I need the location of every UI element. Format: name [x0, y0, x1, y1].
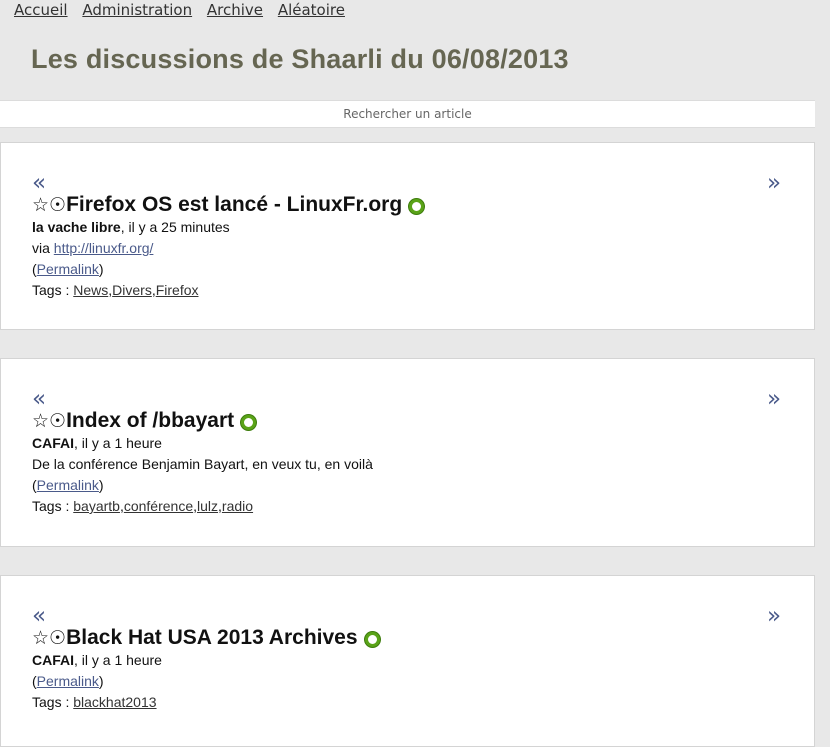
previous-arrow-icon[interactable]: «: [32, 172, 46, 195]
article-card: « » ☆☉Firefox OS est lancé - LinuxFr.org…: [0, 142, 815, 330]
article-author: CAFAI: [32, 435, 74, 451]
article-meta: CAFAI, il y a 1 heure: [32, 652, 162, 668]
nav-administration[interactable]: Administration: [82, 1, 192, 19]
star-icon[interactable]: ☆: [32, 194, 49, 216]
article-description: De la conférence Benjamin Bayart, en veu…: [32, 456, 373, 472]
tags-label: Tags :: [32, 282, 74, 298]
article-author: la vache libre: [32, 219, 121, 235]
nav-accueil[interactable]: Accueil: [14, 1, 68, 19]
article-author: CAFAI: [32, 652, 74, 668]
nav-archive[interactable]: Archive: [207, 1, 263, 19]
top-nav: Accueil Administration Archive Aléatoire: [14, 1, 355, 19]
article-title[interactable]: Black Hat USA 2013 Archives: [66, 626, 357, 649]
tag-link[interactable]: radio: [222, 498, 253, 514]
tags-label: Tags :: [32, 498, 74, 514]
article-title[interactable]: Index of /bbayart: [66, 409, 234, 432]
tag-link[interactable]: News: [73, 282, 108, 298]
discussion-indicator-icon[interactable]: [364, 632, 380, 647]
permalink-line: (Permalink): [32, 673, 104, 689]
via-link[interactable]: http://linuxfr.org/: [54, 240, 154, 256]
article-time: , il y a 1 heure: [74, 435, 162, 451]
discussion-indicator-icon[interactable]: [241, 415, 257, 430]
tags-line: Tags : bayartb,conférence,lulz,radio: [32, 498, 254, 514]
previous-arrow-icon[interactable]: «: [32, 388, 46, 411]
tag-link[interactable]: blackhat2013: [73, 694, 156, 710]
circle-dot-icon[interactable]: ☉: [49, 627, 66, 649]
star-icon[interactable]: ☆: [32, 627, 49, 649]
tag-link[interactable]: Divers: [112, 282, 152, 298]
previous-arrow-icon[interactable]: «: [32, 605, 46, 628]
article-title[interactable]: Firefox OS est lancé - LinuxFr.org: [66, 193, 402, 216]
permalink-line: (Permalink): [32, 261, 104, 277]
tag-link[interactable]: conférence: [124, 498, 193, 514]
article-time: , il y a 1 heure: [74, 652, 162, 668]
next-arrow-icon[interactable]: »: [767, 172, 781, 195]
permalink-link[interactable]: Permalink: [37, 673, 99, 689]
article-title-row: ☆☉Index of /bbayart: [32, 409, 257, 433]
circle-dot-icon[interactable]: ☉: [49, 410, 66, 432]
permalink-link[interactable]: Permalink: [37, 477, 99, 493]
tags-line: Tags : blackhat2013: [32, 694, 157, 710]
tag-link[interactable]: Firefox: [156, 282, 199, 298]
next-arrow-icon[interactable]: »: [767, 388, 781, 411]
page-title: Les discussions de Shaarli du 06/08/2013: [31, 44, 569, 74]
article-title-row: ☆☉Black Hat USA 2013 Archives: [32, 626, 380, 650]
article-meta: la vache libre, il y a 25 minutes: [32, 219, 230, 235]
article-card: « » ☆☉Black Hat USA 2013 Archives CAFAI,…: [0, 575, 815, 747]
article-title-row: ☆☉Firefox OS est lancé - LinuxFr.org: [32, 193, 425, 217]
star-icon[interactable]: ☆: [32, 410, 49, 432]
permalink-link[interactable]: Permalink: [37, 261, 99, 277]
discussion-indicator-icon[interactable]: [409, 199, 425, 214]
tags-line: Tags : News,Divers,Firefox: [32, 282, 199, 298]
via-label: via: [32, 240, 54, 256]
tag-link[interactable]: bayartb: [73, 498, 120, 514]
tag-link[interactable]: lulz: [197, 498, 218, 514]
nav-aleatoire[interactable]: Aléatoire: [278, 1, 345, 19]
circle-dot-icon[interactable]: ☉: [49, 194, 66, 216]
article-time: , il y a 25 minutes: [120, 219, 230, 235]
article-card: « » ☆☉Index of /bbayart CAFAI, il y a 1 …: [0, 358, 815, 547]
next-arrow-icon[interactable]: »: [767, 605, 781, 628]
article-meta: CAFAI, il y a 1 heure: [32, 435, 162, 451]
tags-label: Tags :: [32, 694, 74, 710]
permalink-line: (Permalink): [32, 477, 104, 493]
article-via: via http://linuxfr.org/: [32, 240, 153, 256]
search-input[interactable]: Rechercher un article: [0, 100, 815, 128]
